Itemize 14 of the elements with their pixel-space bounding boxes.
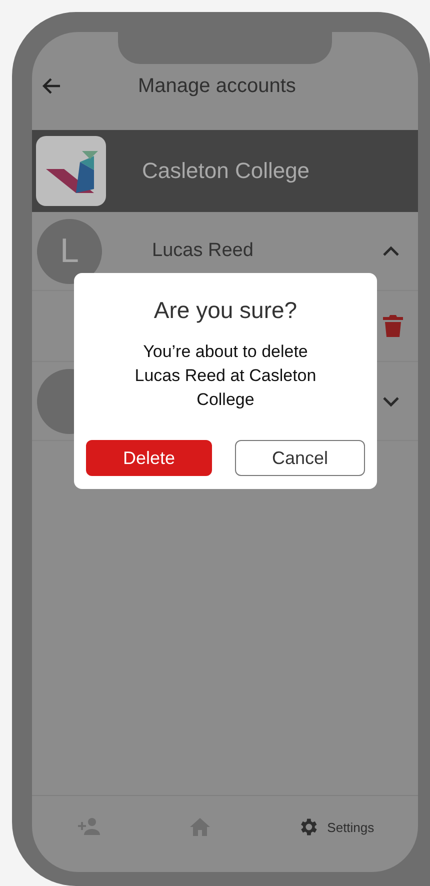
logo-icon — [36, 136, 106, 206]
add-user-icon — [76, 817, 102, 837]
delete-button[interactable]: Delete — [86, 440, 212, 476]
cancel-button[interactable]: Cancel — [235, 440, 365, 476]
school-row[interactable]: Casleton College — [32, 130, 418, 212]
dialog-title: Are you sure? — [154, 297, 298, 324]
school-name: Casleton College — [142, 158, 310, 184]
dialog-message: You’re about to delete Lucas Reed at Casleton College — [134, 341, 318, 411]
home-icon — [190, 818, 210, 836]
avatar: L — [37, 218, 102, 284]
account-name: Lucas Reed — [152, 240, 254, 262]
page-title: Manage accounts — [138, 74, 296, 98]
trash-icon[interactable] — [382, 314, 404, 338]
settings-tab[interactable]: Settings — [295, 814, 376, 840]
